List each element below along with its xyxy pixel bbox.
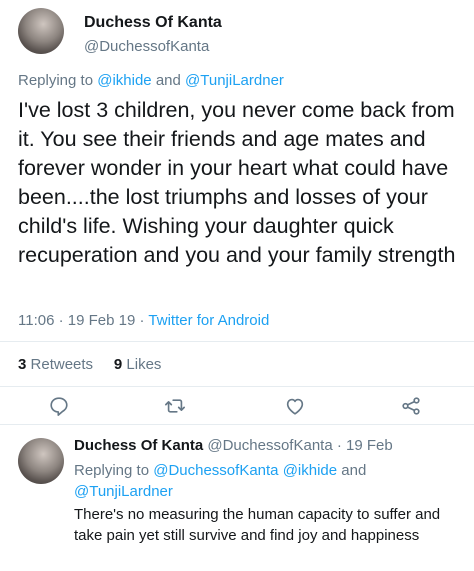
mention-link[interactable]: @TunjiLardner: [74, 483, 173, 500]
tweet-text: I've lost 3 children, you never come bac…: [18, 98, 456, 267]
replying-and: and: [155, 72, 181, 89]
mention-link[interactable]: @TunjiLardner: [185, 72, 284, 89]
reply-author-name[interactable]: Duchess Of Kanta: [74, 437, 203, 454]
reply-header: Duchess Of Kanta @DuchessofKanta · 19 Fe…: [74, 437, 393, 454]
reply-author-handle[interactable]: @DuchessofKanta: [207, 437, 332, 454]
retweets-count-link[interactable]: 3 Retweets: [18, 356, 93, 373]
engagement-counts: 3 Retweets 9 Likes: [18, 356, 161, 373]
replying-and: and: [341, 462, 367, 479]
divider: [0, 341, 474, 342]
likes-count: 9: [113, 356, 123, 373]
retweets-count: 3: [18, 356, 27, 373]
tweet-date[interactable]: 19 Feb 19: [68, 312, 136, 329]
reply-icon[interactable]: [48, 395, 70, 417]
author-avatar[interactable]: [18, 8, 64, 54]
replying-to-label: Replying to: [18, 72, 94, 89]
reply-author-avatar[interactable]: [18, 438, 64, 484]
reply-date[interactable]: 19 Feb: [346, 437, 393, 454]
retweets-label: Retweets: [30, 356, 94, 373]
meta-separator: ·: [58, 312, 68, 329]
author-handle[interactable]: @DuchessofKanta: [84, 38, 209, 55]
mention-link[interactable]: @ikhide: [283, 462, 337, 479]
tweet-actions: [0, 392, 474, 422]
like-icon[interactable]: [284, 395, 306, 417]
tweet-source[interactable]: Twitter for Android: [148, 312, 269, 329]
likes-count-link[interactable]: 9 Likes: [114, 356, 162, 373]
divider: [0, 424, 474, 425]
likes-label: Likes: [126, 356, 162, 373]
author-name[interactable]: Duchess Of Kanta: [84, 14, 222, 32]
reply-tweet-text: There's no measuring the human capacity …: [74, 506, 441, 544]
replying-to-label: Replying to: [74, 462, 150, 479]
reply-replying-to-line: Replying to @DuchessofKanta @ikhide and …: [74, 460, 464, 502]
meta-separator: ·: [336, 437, 342, 454]
mention-link[interactable]: @DuchessofKanta: [153, 462, 278, 479]
share-icon[interactable]: [400, 395, 422, 417]
retweet-icon[interactable]: [164, 395, 186, 417]
tweet-meta: 11:06 · 19 Feb 19 · Twitter for Android: [18, 312, 269, 329]
replying-to-line: Replying to @ikhide and @TunjiLardner: [18, 72, 284, 89]
divider: [0, 386, 474, 387]
mention-link[interactable]: @ikhide: [97, 72, 151, 89]
tweet-time[interactable]: 11:06: [18, 312, 54, 329]
